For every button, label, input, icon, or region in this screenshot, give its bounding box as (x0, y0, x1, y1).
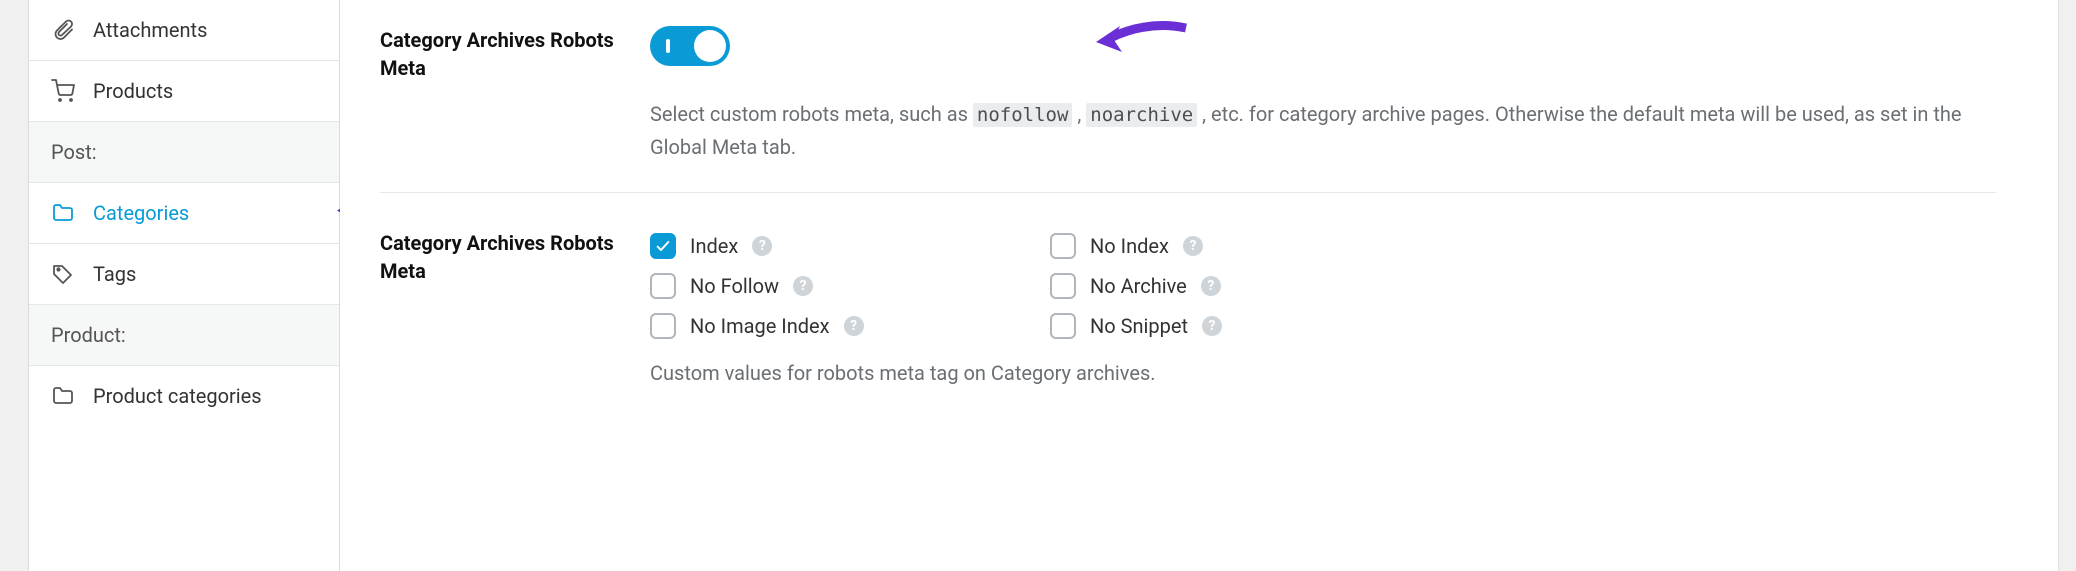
setting-label: Category Archives Robots Meta (380, 26, 650, 82)
folder-icon (51, 201, 75, 225)
help-icon[interactable]: ? (1201, 276, 1221, 296)
checkbox-icon (650, 273, 676, 299)
setting-hint: Custom values for robots meta tag on Cat… (650, 361, 1996, 385)
sidebar-item-label: Attachments (93, 18, 207, 42)
option-no-archive[interactable]: No Archive ? (1050, 273, 1450, 299)
sidebar-item-attachments[interactable]: Attachments (29, 0, 339, 61)
help-icon[interactable]: ? (1202, 316, 1222, 336)
settings-panel: Category Archives Robots Meta Select cus… (340, 0, 2046, 571)
robots-meta-toggle[interactable] (650, 26, 730, 66)
option-no-snippet[interactable]: No Snippet ? (1050, 313, 1450, 339)
robots-options-grid: Index ? No Index ? No Follow ? No Archiv… (650, 233, 1996, 339)
option-label: No Snippet (1090, 314, 1188, 338)
sidebar-item-label: Products (93, 79, 173, 103)
option-label: No Archive (1090, 274, 1187, 298)
setting-description: Select custom robots meta, such as nofol… (650, 98, 1996, 164)
checkbox-icon (1050, 313, 1076, 339)
tag-icon (51, 262, 75, 286)
code-nofollow: nofollow (973, 103, 1073, 127)
sidebar-group-post: Post: (29, 122, 339, 183)
option-label: No Image Index (690, 314, 830, 338)
folder-icon (51, 384, 75, 408)
sidebar-item-label: Product categories (93, 384, 262, 408)
code-noarchive: noarchive (1086, 103, 1197, 127)
sidebar-item-tags[interactable]: Tags (29, 244, 339, 305)
help-icon[interactable]: ? (793, 276, 813, 296)
settings-sidebar: Attachments Products Post: Categories Ta… (28, 0, 340, 571)
checkbox-icon (650, 233, 676, 259)
help-icon[interactable]: ? (752, 236, 772, 256)
checkbox-icon (1050, 273, 1076, 299)
option-no-follow[interactable]: No Follow ? (650, 273, 1050, 299)
paperclip-icon (51, 18, 75, 42)
checkbox-icon (650, 313, 676, 339)
sidebar-item-categories[interactable]: Categories (29, 183, 339, 244)
option-no-index[interactable]: No Index ? (1050, 233, 1450, 259)
setting-label: Category Archives Robots Meta (380, 229, 650, 285)
option-label: No Follow (690, 274, 779, 298)
sidebar-item-label: Tags (93, 262, 136, 286)
sidebar-group-product: Product: (29, 305, 339, 366)
option-index[interactable]: Index ? (650, 233, 1050, 259)
sidebar-item-product-categories[interactable]: Product categories (29, 366, 339, 426)
sidebar-item-products[interactable]: Products (29, 61, 339, 122)
checkbox-icon (1050, 233, 1076, 259)
setting-row-robots-options: Category Archives Robots Meta Index ? No… (380, 193, 1996, 413)
annotation-arrow-icon (1090, 16, 1190, 66)
option-no-image-index[interactable]: No Image Index ? (650, 313, 1050, 339)
option-label: Index (690, 234, 738, 258)
option-label: No Index (1090, 234, 1169, 258)
help-icon[interactable]: ? (1183, 236, 1203, 256)
help-icon[interactable]: ? (844, 316, 864, 336)
cart-icon (51, 79, 75, 103)
sidebar-item-label: Categories (93, 201, 189, 225)
